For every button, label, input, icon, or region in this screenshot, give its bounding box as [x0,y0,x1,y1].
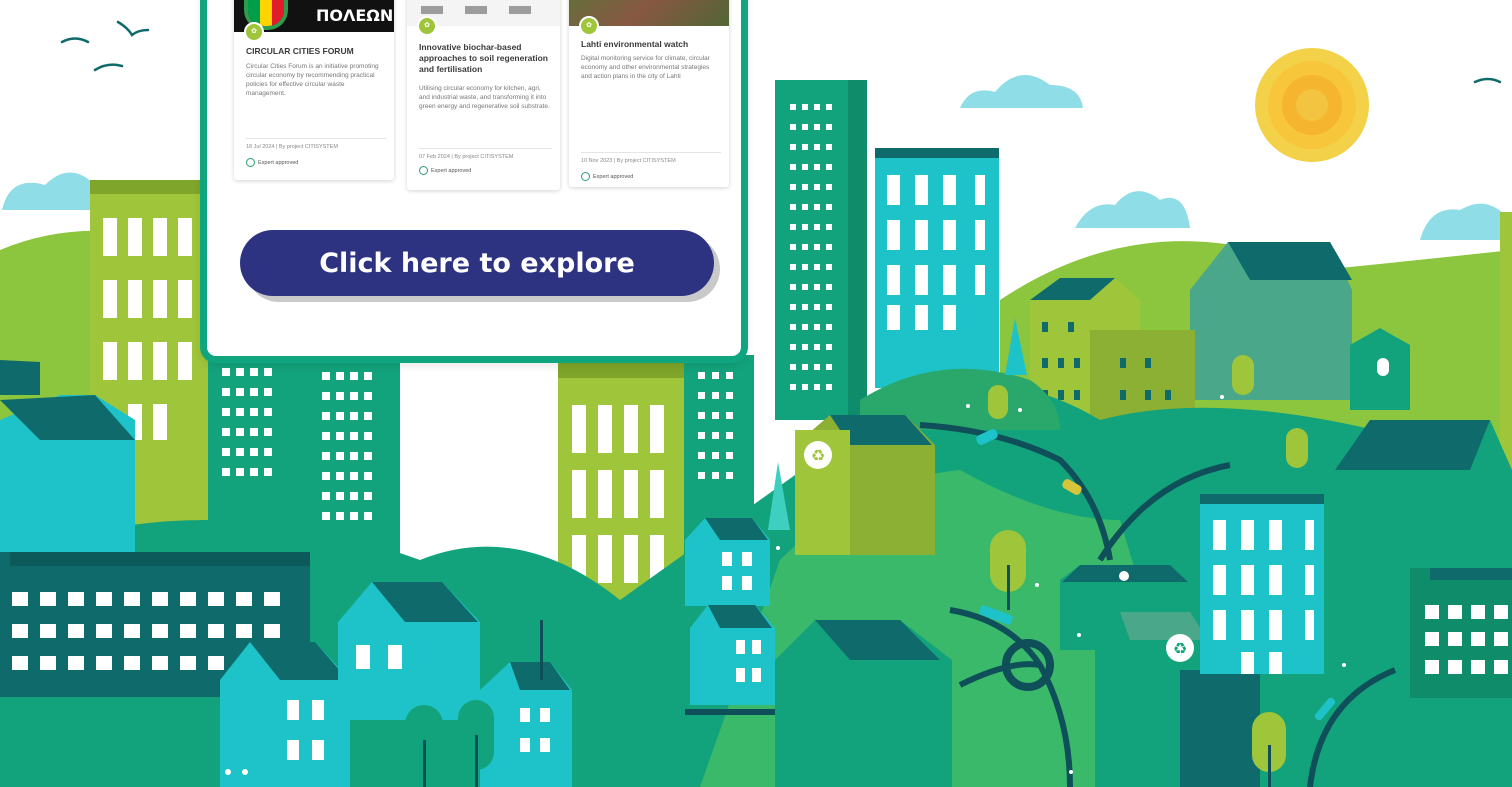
chart-thumbnail-icon [421,6,551,14]
expert-approved-label: Expert approved [246,158,298,167]
card-title: Lahti environmental watch [581,39,689,49]
project-badge-icon: ✿ [579,16,599,36]
featured-solutions-card: ΠΟΛΕΩΝ ✿ CIRCULAR CITIES FORUM Circular … [200,0,748,363]
expert-approved-label: Expert approved [419,166,471,175]
card-description: Digital monitoring service for climate, … [581,55,710,80]
expert-approved-label: Expert approved [581,172,633,181]
svg-text:♻: ♻ [1173,639,1187,658]
sun-icon [1255,48,1369,162]
svg-text:♻: ♻ [811,446,825,465]
card-title: Innovative biochar-based approaches to s… [419,42,548,74]
solution-card[interactable]: ✿ Innovative biochar-based approaches to… [407,0,560,190]
card-meta: 10 Nov 2023 | By project CITISYSTEM [581,152,721,164]
project-badge-icon: ✿ [417,16,437,36]
recycle-icon: ♻ [1166,634,1194,662]
recycle-icon: ♻ [804,441,832,469]
card-description: Utilising circular economy for kitchen, … [419,85,550,110]
card-title: CIRCULAR CITIES FORUM [246,46,354,56]
card-meta: 18 Jul 2024 | By project CITISYSTEM [246,138,386,150]
explore-button[interactable]: Click here to explore [240,230,714,296]
check-circle-icon [246,158,255,167]
check-circle-icon [581,172,590,181]
card-description: Circular Cities Forum is an initiative p… [246,63,379,97]
thumbnail-caption: ΠΟΛΕΩΝ [316,6,394,25]
check-circle-icon [419,166,428,175]
solution-card[interactable]: ΠΟΛΕΩΝ ✿ CIRCULAR CITIES FORUM Circular … [234,0,394,180]
card-meta: 07 Feb 2024 | By project CITISYSTEM [419,148,552,160]
project-badge-icon: ✿ [244,22,264,42]
solution-card[interactable]: ✿ Lahti environmental watch Digital moni… [569,0,729,187]
